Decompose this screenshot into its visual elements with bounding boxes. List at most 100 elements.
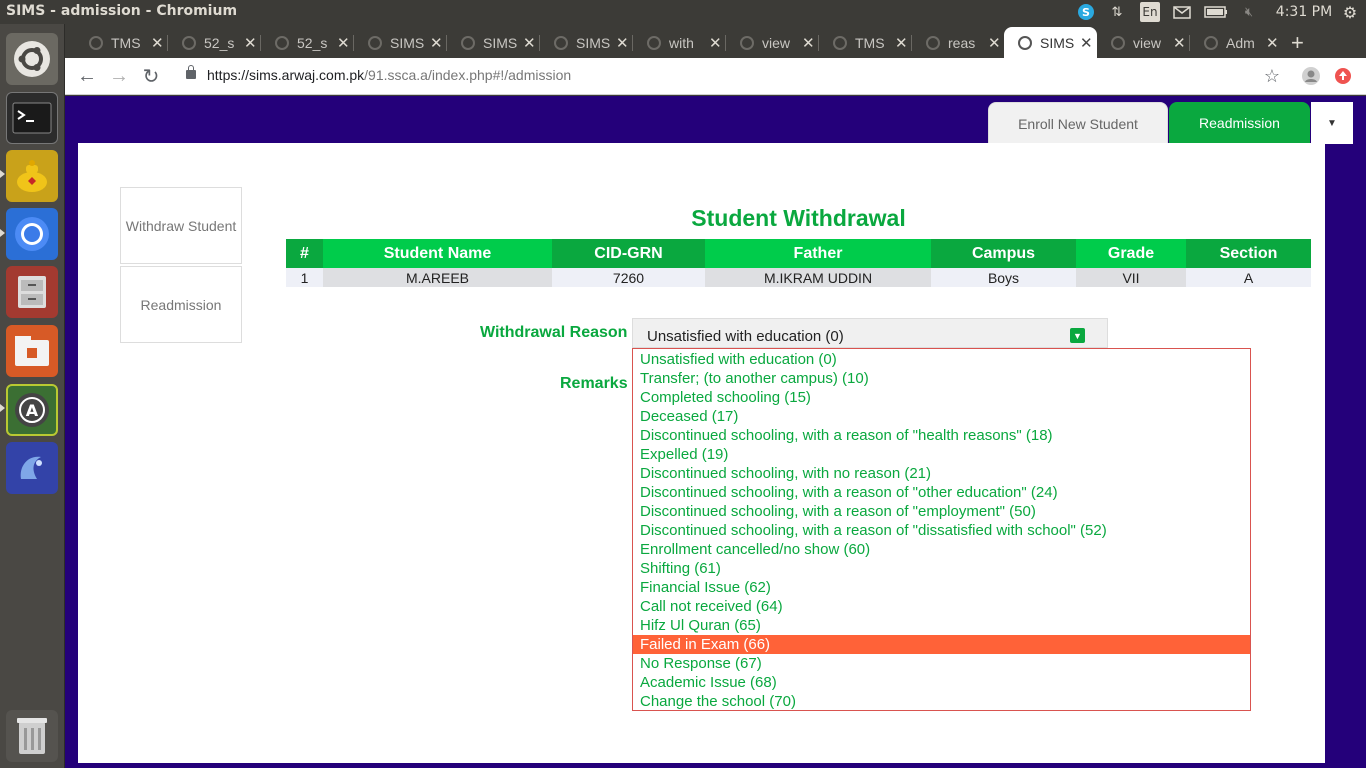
dropdown-option[interactable]: Hifz Ul Quran (65) <box>633 616 1250 635</box>
dropdown-option[interactable]: Discontinued schooling, with no reason (… <box>633 464 1250 483</box>
browser-tab[interactable]: Adm ✕ <box>1190 27 1282 58</box>
close-tab-icon[interactable]: ✕ <box>616 34 629 52</box>
column-header-cid-grn: CID-GRN <box>552 239 705 268</box>
browser-tab[interactable]: TMS ✕ <box>819 27 911 58</box>
tab-enroll-new-student[interactable]: Enroll New Student <box>988 102 1168 144</box>
profile-avatar-icon[interactable] <box>1299 64 1323 88</box>
dropdown-option[interactable]: Change the school (70) <box>633 692 1250 711</box>
globe-icon <box>926 35 940 50</box>
column-header-number: # <box>286 239 323 268</box>
forward-arrow-icon[interactable]: → <box>107 64 131 88</box>
dropdown-option[interactable]: Call not received (64) <box>633 597 1250 616</box>
browser-tab[interactable]: with ✕ <box>633 27 725 58</box>
globe-icon <box>275 35 289 50</box>
volume-muted-icon[interactable]: 🔇︎ <box>1240 2 1258 22</box>
close-tab-icon[interactable]: ✕ <box>1173 34 1186 52</box>
browser-tab[interactable]: 52_s ✕ <box>168 27 260 58</box>
browser-tab[interactable]: SIMS ✕ <box>354 27 446 58</box>
web-page: Enroll New Student Readmission ▼ Withdra… <box>65 96 1366 768</box>
battery-icon[interactable] <box>1204 2 1228 22</box>
dropdown-option[interactable]: Expelled (19) <box>633 445 1250 464</box>
svg-text:A: A <box>26 401 39 420</box>
dropdown-option[interactable]: Transfer; (to another campus) (10) <box>633 369 1250 388</box>
ubuntu-dash-icon[interactable] <box>6 33 58 85</box>
reload-icon[interactable]: ↻ <box>139 64 163 88</box>
dropdown-option[interactable]: Completed schooling (15) <box>633 388 1250 407</box>
svg-text:S: S <box>1082 6 1090 19</box>
window-title: SIMS - admission - Chromium <box>6 3 238 19</box>
new-tab-button[interactable]: + <box>1291 30 1304 56</box>
browser-tab[interactable]: SIMS ✕ <box>1004 27 1097 58</box>
dropdown-option[interactable]: Enrollment cancelled/no show (60) <box>633 540 1250 559</box>
browser-tab[interactable]: view ✕ <box>1097 27 1189 58</box>
browser-tab[interactable]: SIMS ✕ <box>447 27 539 58</box>
extension-icon[interactable] <box>1331 64 1355 88</box>
browser-tab[interactable]: view ✕ <box>726 27 818 58</box>
tab-title: 52_s <box>204 34 235 51</box>
back-arrow-icon[interactable]: ← <box>75 64 99 88</box>
more-tabs-dropdown-icon[interactable]: ▼ <box>1311 102 1353 144</box>
close-tab-icon[interactable]: ✕ <box>895 34 908 52</box>
launcher: A <box>0 24 65 768</box>
close-tab-icon[interactable]: ✕ <box>337 34 350 52</box>
table-row: 1 M.AREEB 7260 M.IKRAM UDDIN Boys VII A <box>286 268 1311 287</box>
teapot-app-icon[interactable] <box>6 150 58 202</box>
close-tab-icon[interactable]: ✕ <box>523 34 536 52</box>
close-tab-icon[interactable]: ✕ <box>151 34 164 52</box>
close-tab-icon[interactable]: ✕ <box>709 34 722 52</box>
browser-tab[interactable]: reas ✕ <box>912 27 1004 58</box>
skype-icon[interactable]: S <box>1076 2 1096 22</box>
globe-icon <box>833 35 847 50</box>
globe-icon <box>554 35 568 50</box>
tab-title: with <box>669 34 694 51</box>
close-tab-icon[interactable]: ✕ <box>988 34 1001 52</box>
globe-icon <box>89 35 103 50</box>
dropdown-option[interactable]: Discontinued schooling, with a reason of… <box>633 502 1250 521</box>
browser-tab[interactable]: TMS ✕ <box>75 27 167 58</box>
chromium-icon[interactable] <box>6 208 58 260</box>
settings-gear-icon[interactable]: ⚙ <box>1340 2 1360 22</box>
shotwell-photos-icon[interactable] <box>6 442 58 494</box>
dropdown-option[interactable]: Financial Issue (62) <box>633 578 1250 597</box>
dropdown-option[interactable]: No Response (67) <box>633 654 1250 673</box>
dropdown-option[interactable]: Discontinued schooling, with a reason of… <box>633 521 1250 540</box>
file-cabinet-icon[interactable] <box>6 266 58 318</box>
tab-title: SIMS <box>483 34 517 51</box>
archive-manager-icon[interactable] <box>6 325 58 377</box>
tab-title: Adm <box>1226 34 1255 51</box>
dropdown-option[interactable]: Discontinued schooling, with a reason of… <box>633 426 1250 445</box>
network-icon[interactable]: ⇅ <box>1106 2 1128 22</box>
browser-tab[interactable]: 52_s ✕ <box>261 27 353 58</box>
close-tab-icon[interactable]: ✕ <box>1080 34 1093 52</box>
dropdown-option[interactable]: Deceased (17) <box>633 407 1250 426</box>
globe-icon <box>461 35 475 50</box>
withdraw-student-button[interactable]: Withdraw Student <box>120 187 242 264</box>
bookmark-star-icon[interactable]: ☆ <box>1260 64 1284 88</box>
close-tab-icon[interactable]: ✕ <box>430 34 443 52</box>
page-title: Student Withdrawal <box>691 205 906 231</box>
lock-icon[interactable] <box>186 65 196 79</box>
close-tab-icon[interactable]: ✕ <box>802 34 815 52</box>
dropdown-option[interactable]: Unsatisfied with education (0) <box>633 350 1250 369</box>
cell-campus: Boys <box>931 268 1076 287</box>
address-bar[interactable]: https://sims.arwaj.com.pk/91.ssca.a/inde… <box>207 67 571 83</box>
close-tab-icon[interactable]: ✕ <box>244 34 257 52</box>
keyboard-layout-indicator[interactable]: En <box>1140 2 1160 22</box>
browser-tab[interactable]: SIMS ✕ <box>540 27 632 58</box>
dropdown-option[interactable]: Discontinued schooling, with a reason of… <box>633 483 1250 502</box>
dropdown-option[interactable]: Academic Issue (68) <box>633 673 1250 692</box>
readmission-side-button[interactable]: Readmission <box>120 266 242 343</box>
withdrawal-reason-select[interactable]: Unsatisfied with education (0) ▼ <box>632 318 1108 348</box>
software-updater-icon[interactable]: A <box>6 384 58 436</box>
mail-icon[interactable] <box>1172 2 1192 22</box>
dropdown-option[interactable]: Shifting (61) <box>633 559 1250 578</box>
close-tab-icon[interactable]: ✕ <box>1266 34 1279 52</box>
terminal-icon[interactable] <box>6 92 58 144</box>
trash-icon[interactable] <box>6 710 58 762</box>
browser-toolbar: ← → ↻ https://sims.arwaj.com.pk/91.ssca.… <box>65 58 1366 95</box>
clock[interactable]: 4:31 PM <box>1275 2 1333 22</box>
tab-readmission[interactable]: Readmission <box>1169 102 1310 144</box>
dropdown-option[interactable]: Failed in Exam (66) <box>633 635 1250 654</box>
cell-grade: VII <box>1076 268 1186 287</box>
student-table: # Student Name CID-GRN Father Campus Gra… <box>286 239 1311 287</box>
